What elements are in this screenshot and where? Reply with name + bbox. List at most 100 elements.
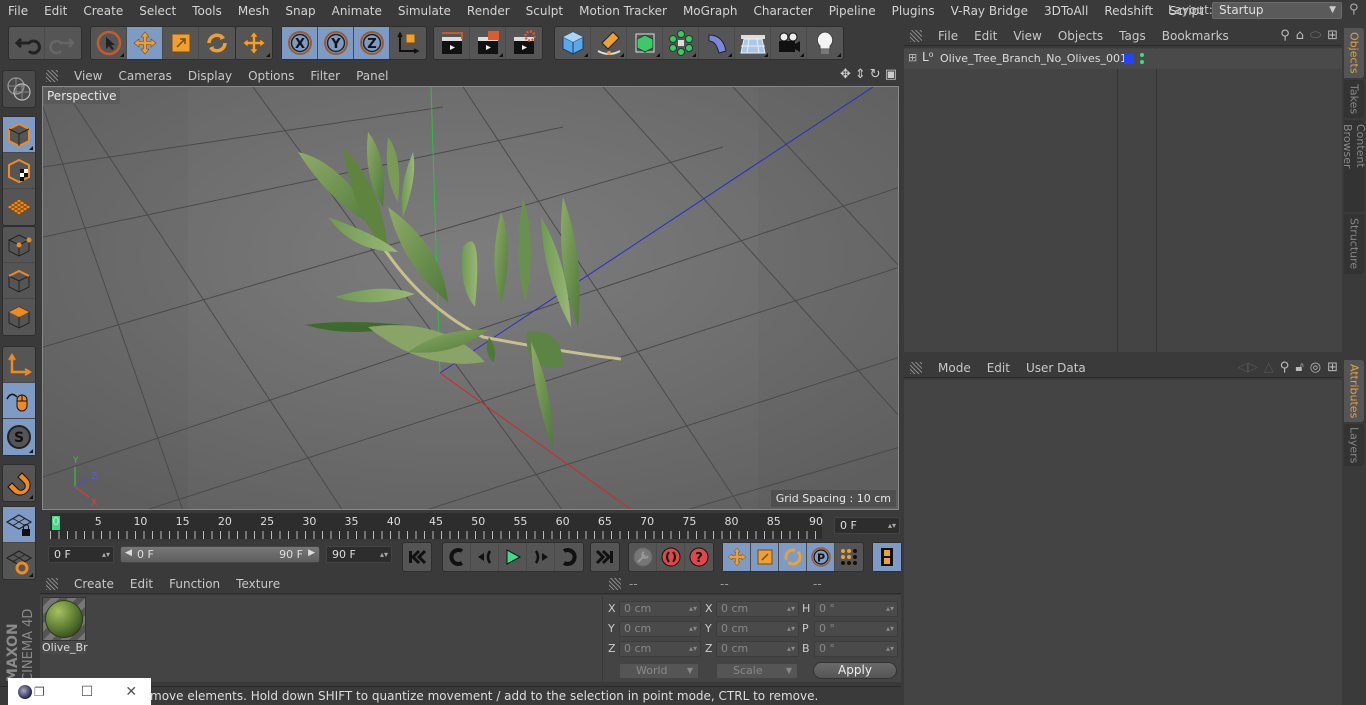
recent-tool-button[interactable] bbox=[236, 27, 272, 59]
maximize-icon[interactable]: ☐ bbox=[81, 684, 94, 700]
undo-button[interactable] bbox=[9, 27, 45, 59]
spinner-icon[interactable]: ▴▾ bbox=[787, 622, 795, 636]
objects-menu-objects[interactable]: Objects bbox=[1050, 29, 1111, 43]
layer-color-swatch[interactable] bbox=[1124, 54, 1134, 64]
spinner-icon[interactable]: ▴▾ bbox=[689, 602, 697, 616]
menu-file[interactable]: File bbox=[0, 4, 36, 18]
viewport-menu-view[interactable]: View bbox=[66, 69, 110, 83]
keyframe-selection-button[interactable]: ? bbox=[685, 543, 713, 571]
menu-mograph[interactable]: MoGraph bbox=[675, 4, 746, 18]
menu-simulate[interactable]: Simulate bbox=[390, 4, 459, 18]
polygons-mode-button[interactable] bbox=[3, 299, 35, 335]
cube-button[interactable] bbox=[555, 27, 591, 59]
maximize-view-icon[interactable]: ▣ bbox=[885, 67, 897, 82]
home-icon[interactable]: ⌂ bbox=[1296, 28, 1304, 43]
previous-key-button[interactable] bbox=[443, 543, 471, 571]
render-view-button[interactable] bbox=[434, 27, 470, 59]
viewport-menu-options[interactable]: Options bbox=[240, 69, 302, 83]
deformer-button[interactable] bbox=[699, 27, 735, 59]
record-key-button[interactable] bbox=[629, 543, 657, 571]
floor-button[interactable] bbox=[735, 27, 771, 59]
light-button[interactable] bbox=[807, 27, 843, 59]
search-icon[interactable]: ⚲ bbox=[1349, 2, 1359, 17]
rot-h-field[interactable]: 0 ° ▴▾ bbox=[814, 601, 898, 617]
spinner-icon[interactable]: ▴▾ bbox=[787, 642, 795, 656]
new-panel-icon[interactable]: ⊞ bbox=[1327, 360, 1338, 375]
new-panel-icon[interactable]: ⊞ bbox=[1327, 28, 1338, 43]
panel-grip-icon[interactable] bbox=[609, 577, 621, 590]
objects-menu-view[interactable]: View bbox=[1005, 29, 1049, 43]
frame-range-slider[interactable]: ◀ 0 F 90 F ▶ bbox=[120, 546, 320, 563]
tab-layers[interactable]: Layers bbox=[1344, 424, 1364, 466]
menu-3dtoall[interactable]: 3DToAll bbox=[1036, 4, 1096, 18]
objects-menu-edit[interactable]: Edit bbox=[966, 29, 1005, 43]
menu-render[interactable]: Render bbox=[459, 4, 518, 18]
tab-content-browser[interactable]: Content Browser bbox=[1341, 120, 1366, 212]
viewport-menu-cameras[interactable]: Cameras bbox=[110, 69, 179, 83]
workplane-button[interactable] bbox=[3, 189, 35, 225]
attributes-menu-user-data[interactable]: User Data bbox=[1018, 361, 1094, 375]
z-axis-button[interactable]: Z bbox=[354, 27, 390, 59]
spinner-icon[interactable]: ▴▾ bbox=[102, 547, 110, 562]
material-menu-create[interactable]: Create bbox=[66, 577, 122, 591]
restore-icon[interactable]: ❐ bbox=[34, 685, 45, 699]
rot-p-field[interactable]: 0 ° ▴▾ bbox=[814, 621, 898, 637]
spinner-icon[interactable]: ▴▾ bbox=[888, 518, 896, 533]
live-selection-button[interactable] bbox=[91, 27, 127, 59]
lock-icon[interactable]: 🔓︎ bbox=[1295, 360, 1303, 375]
attributes-menu-mode[interactable]: Mode bbox=[930, 361, 979, 375]
objects-menu-file[interactable]: File bbox=[930, 29, 966, 43]
menu-plugins[interactable]: Plugins bbox=[884, 4, 943, 18]
spinner-icon[interactable]: ▴▾ bbox=[689, 642, 697, 656]
texture-mode-button[interactable] bbox=[3, 153, 35, 189]
editor-visibility-dot[interactable] bbox=[1140, 53, 1144, 57]
pos-z-field[interactable]: 0 cm ▴▾ bbox=[619, 641, 701, 657]
spinner-icon[interactable]: ▴▾ bbox=[787, 602, 795, 616]
cloner-button[interactable] bbox=[663, 27, 699, 59]
viewport-menu-display[interactable]: Display bbox=[180, 69, 240, 83]
back-arrow-icon[interactable]: ◁▷ bbox=[1238, 360, 1258, 375]
material-menu-function[interactable]: Function bbox=[161, 577, 228, 591]
tab-structure[interactable]: Structure bbox=[1344, 214, 1364, 274]
range-left-arrow-icon[interactable]: ◀ bbox=[125, 548, 132, 558]
autokey-button[interactable] bbox=[657, 543, 685, 571]
viewport-3d[interactable]: Y Z X Perspective Grid Spacing : 10 cm bbox=[42, 86, 899, 510]
target-icon[interactable]: ◎ bbox=[1310, 360, 1321, 375]
go-to-start-button[interactable] bbox=[403, 543, 431, 571]
start-frame-field[interactable]: 0 F ▴▾ bbox=[48, 546, 114, 563]
menu-select[interactable]: Select bbox=[131, 4, 184, 18]
go-to-end-button[interactable] bbox=[591, 543, 619, 571]
edges-mode-button[interactable] bbox=[3, 263, 35, 299]
coordinate-system-button[interactable] bbox=[390, 27, 426, 59]
scale-button[interactable] bbox=[163, 27, 199, 59]
object-name[interactable]: Olive_Tree_Branch_No_Olives_001 bbox=[940, 52, 1127, 65]
menu-create[interactable]: Create bbox=[75, 4, 131, 18]
pan-icon[interactable]: ✥ bbox=[840, 67, 851, 82]
points-mode-button[interactable] bbox=[3, 227, 35, 263]
end-frame-field[interactable]: 90 F ▴▾ bbox=[326, 546, 392, 563]
camera-button[interactable] bbox=[771, 27, 807, 59]
search-icon[interactable]: ⚲ bbox=[1280, 360, 1290, 375]
timeline-window-button[interactable] bbox=[873, 543, 901, 571]
size-x-field[interactable]: 0 cm ▴▾ bbox=[716, 601, 799, 617]
lock-workplane-button[interactable] bbox=[3, 507, 35, 543]
menu-sculpt[interactable]: Sculpt bbox=[518, 4, 571, 18]
up-arrow-icon[interactable]: △ bbox=[1264, 360, 1274, 375]
objects-menu-tags[interactable]: Tags bbox=[1111, 29, 1154, 43]
render-picture-viewer-button[interactable] bbox=[470, 27, 506, 59]
menu-tools[interactable]: Tools bbox=[184, 4, 230, 18]
timeline-ruler[interactable]: 0 5 10 15 20 25 30 35 40 45 50 55 60 65 70 75 80 85 90 bbox=[50, 513, 823, 539]
size-y-field[interactable]: 0 cm ▴▾ bbox=[716, 621, 799, 637]
subdivision-button[interactable] bbox=[627, 27, 663, 59]
x-axis-button[interactable]: X bbox=[282, 27, 318, 59]
tab-takes[interactable]: Takes bbox=[1344, 80, 1364, 118]
pos-y-field[interactable]: 0 cm ▴▾ bbox=[619, 621, 701, 637]
rotate-button[interactable] bbox=[199, 27, 235, 59]
tweak-mode-button[interactable] bbox=[3, 383, 35, 419]
material-menu-edit[interactable]: Edit bbox=[122, 577, 161, 591]
viewport-menu-panel[interactable]: Panel bbox=[348, 69, 396, 83]
spinner-icon[interactable]: ▴▾ bbox=[380, 547, 388, 562]
panel-grip-icon[interactable] bbox=[46, 70, 58, 82]
expand-icon[interactable]: ⊞ bbox=[908, 51, 917, 64]
tab-attributes[interactable]: Attributes bbox=[1344, 360, 1364, 422]
